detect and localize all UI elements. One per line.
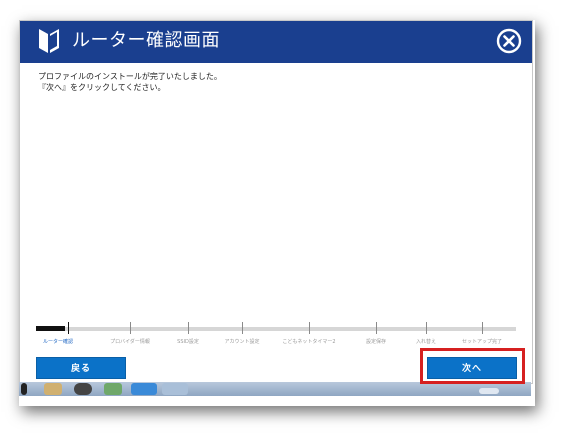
taskbar-tray bbox=[479, 388, 499, 394]
progress-step-tick bbox=[188, 322, 189, 334]
progress-step-label: プロバイダー情報 bbox=[110, 339, 150, 345]
progress-step-tick bbox=[68, 322, 69, 334]
progress-fill bbox=[36, 326, 65, 331]
progress-step-tick bbox=[482, 322, 483, 334]
taskbar-app-icon[interactable] bbox=[162, 383, 188, 395]
progress-step-tick bbox=[426, 322, 427, 334]
screenshot-stage: ルーター確認画面 プロファイルのインストールが完了いたしました。 『次へ』をクリ… bbox=[0, 0, 570, 434]
taskbar-app-icon[interactable] bbox=[44, 383, 62, 395]
window-title: ルーター確認画面 bbox=[72, 30, 220, 51]
progress-step-label: セットアップ完了 bbox=[461, 339, 503, 345]
taskbar-app-icon[interactable] bbox=[104, 383, 122, 395]
taskbar-app-icon[interactable] bbox=[74, 383, 92, 395]
progress-step-label: ルーター確認 bbox=[42, 339, 74, 345]
progress-step-tick bbox=[309, 322, 310, 334]
back-button[interactable]: 戻る bbox=[36, 357, 126, 379]
message-line-1: プロファイルのインストールが完了いたしました。 bbox=[38, 72, 222, 81]
instruction-message: プロファイルのインストールが完了いたしました。 『次へ』をクリックしてください。 bbox=[38, 71, 222, 93]
progress-step-tick bbox=[376, 322, 377, 334]
progress-step-label: こどもネットタイマー2 bbox=[282, 339, 336, 345]
progress-step-tick bbox=[242, 322, 243, 334]
progress-track bbox=[36, 327, 516, 331]
progress-step-label: 入れ替え bbox=[415, 339, 437, 345]
progress-step-label: アカウント設定 bbox=[224, 339, 260, 345]
beginner-mark-icon bbox=[39, 29, 59, 53]
next-button[interactable]: 次へ bbox=[427, 357, 517, 379]
title-bar: ルーター確認画面 bbox=[20, 21, 532, 63]
taskbar-edge bbox=[21, 383, 27, 395]
taskbar bbox=[19, 382, 531, 396]
message-line-2: 『次へ』をクリックしてください。 bbox=[38, 83, 166, 92]
router-check-window: ルーター確認画面 プロファイルのインストールが完了いたしました。 『次へ』をクリ… bbox=[19, 20, 533, 384]
progress-step-label: SSID設定 bbox=[177, 339, 199, 345]
close-icon[interactable] bbox=[496, 28, 522, 54]
progress-step-label: 設定保存 bbox=[365, 339, 387, 345]
setup-progress-bar: ルーター確認 プロバイダー情報 SSID設定 アカウント設定 こどもネットタイマー2 設定… bbox=[36, 321, 516, 351]
progress-step-tick bbox=[130, 322, 131, 334]
taskbar-app-icon[interactable] bbox=[131, 383, 157, 395]
